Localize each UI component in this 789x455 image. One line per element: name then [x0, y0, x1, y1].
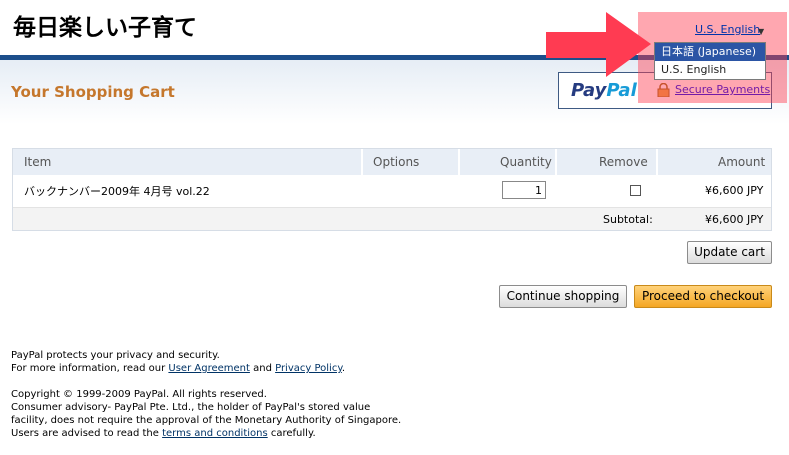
- page-title: Your Shopping Cart: [11, 83, 175, 101]
- terms-and-conditions-link[interactable]: terms and conditions: [162, 428, 268, 439]
- advisory-terms-line: Users are advised to read the terms and …: [11, 427, 401, 440]
- privacy-links-prefix: For more information, read our: [11, 363, 169, 374]
- privacy-line: PayPal protects your privacy and securit…: [11, 350, 220, 361]
- annotation-arrow-icon: [546, 12, 651, 77]
- column-header-amount: Amount: [718, 155, 766, 169]
- language-dropdown: 日本語 (Japanese) U.S. English: [654, 42, 766, 80]
- subtotal-label: Subtotal:: [603, 213, 653, 226]
- proceed-to-checkout-button[interactable]: Proceed to checkout: [634, 285, 772, 308]
- privacy-period: .: [341, 363, 346, 374]
- column-divider: [361, 149, 363, 175]
- subtotal-row: Subtotal: ¥6,600 JPY: [13, 207, 771, 230]
- privacy-policy-link[interactable]: Privacy Policy: [275, 363, 342, 374]
- cart-item-name: バックナンバー2009年 4月号 vol.22: [24, 185, 210, 198]
- subtotal-value: ¥6,600 JPY: [705, 213, 764, 226]
- cart-table: Item Options Quantity Remove Amount バックナ…: [12, 148, 772, 231]
- column-divider: [555, 149, 557, 175]
- column-header-quantity: Quantity: [500, 155, 552, 169]
- privacy-and-text: and: [249, 363, 276, 374]
- remove-checkbox[interactable]: [630, 185, 641, 196]
- column-header-item: Item: [24, 155, 52, 169]
- continue-shopping-button[interactable]: Continue shopping: [499, 285, 627, 308]
- column-header-remove: Remove: [599, 155, 648, 169]
- column-divider: [656, 149, 658, 175]
- paypal-logo-pay: Pay: [571, 80, 607, 101]
- advisory-line: facility, does not require the approval …: [11, 415, 402, 426]
- language-selector[interactable]: U.S. English: [695, 23, 760, 36]
- column-header-options: Options: [373, 155, 420, 169]
- update-cart-button[interactable]: Update cart: [687, 241, 772, 264]
- language-option-japanese[interactable]: 日本語 (Japanese): [655, 43, 765, 61]
- advisory-line: Consumer advisory- PayPal Pte. Ltd., the…: [11, 402, 371, 413]
- user-agreement-link[interactable]: User Agreement: [168, 363, 250, 374]
- cart-item-amount: ¥6,600 JPY: [705, 184, 764, 197]
- privacy-notice: PayPal protects your privacy and securit…: [11, 349, 345, 375]
- column-divider: [458, 149, 460, 175]
- table-header: Item Options Quantity Remove Amount: [13, 149, 771, 175]
- advisory-prefix: Users are advised to read the: [11, 428, 163, 439]
- quantity-input[interactable]: [502, 181, 546, 199]
- chevron-down-icon[interactable]: ▼: [758, 27, 764, 36]
- privacy-links-line: For more information, read our User Agre…: [11, 362, 345, 375]
- advisory-suffix: carefully.: [267, 428, 316, 439]
- copyright-text: Copyright © 1999-2009 PayPal. All rights…: [11, 389, 267, 400]
- language-option-english[interactable]: U.S. English: [655, 61, 765, 79]
- paypal-logo: PayPal: [571, 80, 637, 101]
- paypal-logo-pal: Pal: [606, 80, 637, 101]
- legal-notice: Copyright © 1999-2009 PayPal. All rights…: [11, 388, 401, 440]
- site-title: 毎日楽しい子育て: [13, 15, 197, 41]
